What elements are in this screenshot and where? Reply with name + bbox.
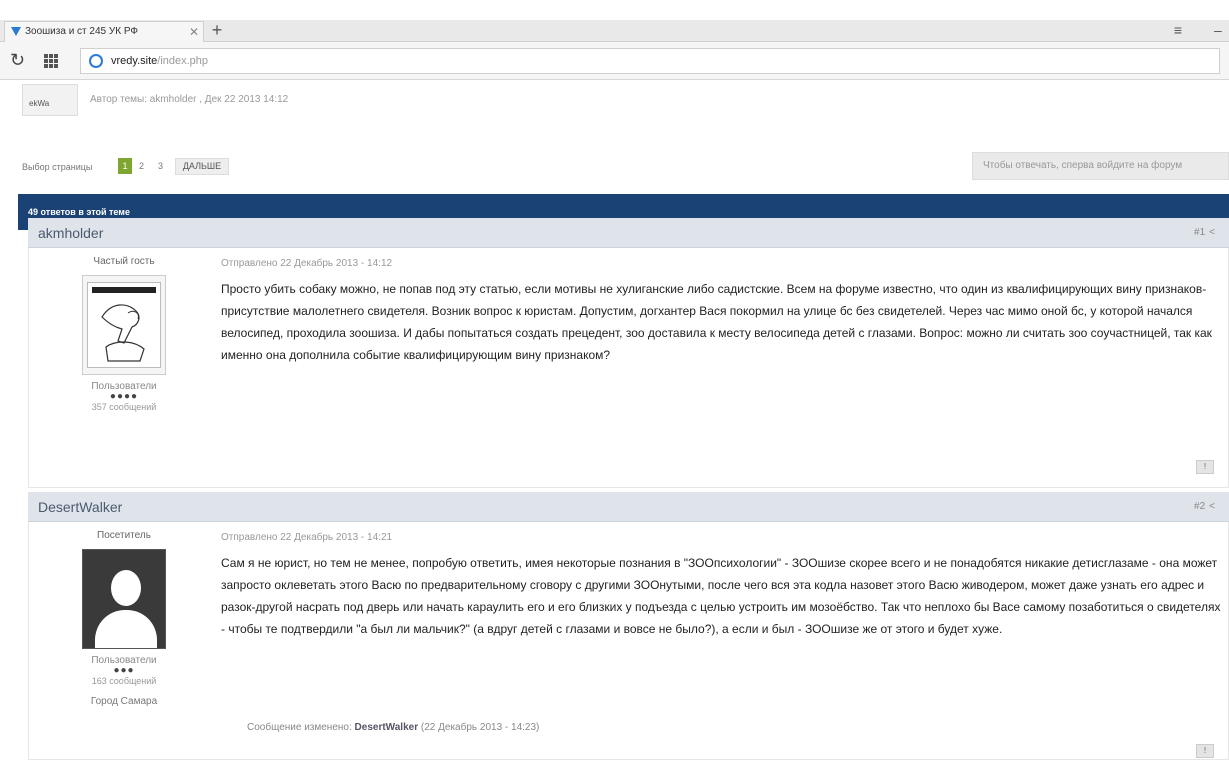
author-post-count: 357 сообщений <box>91 402 157 412</box>
speed-dial-icon[interactable] <box>44 54 58 68</box>
topic-author-line: Автор темы: akmholder , Дек 22 2013 14:1… <box>90 94 289 105</box>
share-icon[interactable]: < <box>1209 501 1215 512</box>
default-avatar-body <box>95 610 157 648</box>
url-site: vredy.site <box>111 55 158 67</box>
post-edited-note: Сообщение изменено: DesertWalker (22 Дек… <box>247 722 539 733</box>
window-minimize-icon[interactable]: – <box>1214 22 1229 40</box>
reload-icon[interactable]: ↻ <box>10 50 25 71</box>
post-author-link[interactable]: DesertWalker <box>38 499 122 515</box>
page-1-link[interactable]: 1 <box>118 158 132 174</box>
browser-tab[interactable]: Зоошиза и ст 245 УК РФ ✕ <box>4 21 204 42</box>
post-header: akmholder #1 < <box>28 218 1229 248</box>
reputation-pips: ●●●● <box>109 391 139 402</box>
page-3-link[interactable]: 3 <box>158 161 163 171</box>
tab-close-icon[interactable]: ✕ <box>189 22 199 42</box>
site-favicon-icon <box>11 27 21 36</box>
sketch-drawing <box>92 287 156 362</box>
post-number-text[interactable]: #2 <box>1194 501 1205 512</box>
edit-author[interactable]: DesertWalker <box>355 722 419 733</box>
pagination-label: Выбор страницы <box>22 162 93 172</box>
reputation-pips: ●●● <box>113 665 135 676</box>
share-icon[interactable]: < <box>1209 227 1215 238</box>
edit-label: Сообщение изменено: <box>247 722 352 733</box>
avatar-sketch-image <box>87 282 161 368</box>
report-button[interactable]: ! <box>1196 460 1214 474</box>
site-info-icon[interactable] <box>89 54 103 68</box>
new-tab-button[interactable]: + <box>206 20 228 42</box>
url-path: /index.php <box>157 55 209 67</box>
post-2: DesertWalker #2 < Посетитель Пользователи… <box>28 492 1229 760</box>
author-rank: Частый гость <box>93 256 155 267</box>
post-author-link[interactable]: akmholder <box>38 225 103 241</box>
menu-icon[interactable]: ≡ <box>1168 22 1188 40</box>
post-number[interactable]: #1 < <box>1194 227 1215 238</box>
post-number-text[interactable]: #1 <box>1194 227 1205 238</box>
topic-header: ekWa Автор темы: akmholder , Дек 22 2013… <box>18 80 1229 118</box>
post-date: Отправлено 22 Декабрь 2013 - 14:21 <box>221 532 393 543</box>
url-input[interactable]: vredy.site/index.php <box>80 48 1220 74</box>
author-rank: Посетитель <box>97 530 151 541</box>
author-post-count: 163 сообщений <box>91 676 157 686</box>
topic-author-avatar[interactable]: ekWa <box>22 84 78 116</box>
post-text: Сам я не юрист, но тем не менее, попробу… <box>221 556 1221 636</box>
next-page-button[interactable]: ДАЛЬШЕ <box>175 158 229 175</box>
avatar[interactable] <box>82 275 166 375</box>
author-sidebar: Посетитель Пользователи ●●● 163 сообщени… <box>39 530 209 707</box>
post-1: akmholder #1 < Частый гость Пользователи … <box>28 218 1229 488</box>
address-bar-row: ↻ vredy.site/index.php <box>0 42 1229 80</box>
report-button[interactable]: ! <box>1196 744 1214 758</box>
page-2-link[interactable]: 2 <box>139 161 144 171</box>
tab-title: Зоошиза и ст 245 УК РФ <box>25 26 138 37</box>
author-sidebar: Частый гость Пользователи ●●●● 357 сообщ… <box>39 256 209 412</box>
post-text: Просто убить собаку можно, не попав под … <box>221 282 1212 362</box>
avatar[interactable] <box>82 549 166 649</box>
post-date: Отправлено 22 Декабрь 2013 - 14:12 <box>221 258 393 269</box>
post-number[interactable]: #2 < <box>1194 501 1215 512</box>
post-body: Посетитель Пользователи ●●● 163 сообщени… <box>28 522 1229 760</box>
login-to-reply-button[interactable]: Чтобы отвечать, сперва войдите на форум <box>972 152 1229 180</box>
default-avatar-head <box>111 570 141 606</box>
edit-date: (22 Декабрь 2013 - 14:23) <box>420 722 540 733</box>
post-body: Частый гость Пользователи ●●●● 357 сообщ… <box>28 248 1229 488</box>
author-city: Город Самара <box>90 696 158 707</box>
post-header: DesertWalker #2 < <box>28 492 1229 522</box>
